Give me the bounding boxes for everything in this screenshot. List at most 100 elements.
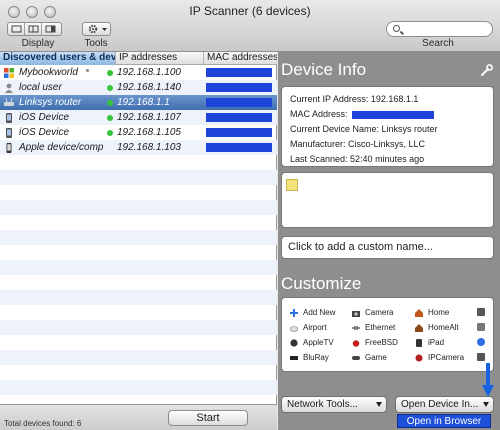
customize-item-add-new[interactable]: Add New	[290, 308, 335, 317]
customize-item-apple-tv[interactable]: AppleTV	[290, 338, 334, 347]
search-icon	[393, 25, 400, 32]
chevron-down-icon	[376, 402, 382, 407]
ios-device-icon	[4, 127, 14, 138]
ip-camera-icon	[415, 354, 423, 362]
empty-row	[0, 320, 277, 335]
customize-icon-grid: Add New Camera Home Airport Ethernet Hom…	[281, 297, 494, 372]
table-row[interactable]: Mybookworld 192.168.1.100	[0, 65, 277, 80]
online-status-icon	[107, 114, 113, 121]
empty-row	[0, 230, 277, 245]
online-status-icon	[107, 99, 113, 106]
airport-icon	[289, 324, 299, 332]
customize-item-camera[interactable]: Camera	[352, 308, 393, 317]
device-icon	[477, 338, 485, 346]
status-placeholder	[107, 145, 113, 151]
customize-item-extra[interactable]	[477, 308, 490, 316]
mac-address-redacted	[206, 113, 272, 122]
customize-item-extra[interactable]	[477, 353, 490, 361]
list-view-icon[interactable]	[8, 23, 25, 35]
empty-row	[0, 155, 277, 170]
chevron-down-icon	[483, 402, 489, 407]
ip-address: 192.168.1.100	[117, 67, 181, 78]
table-row[interactable]: Apple device/compu... 192.168.1.103	[0, 140, 277, 155]
table-row[interactable]: iOS Device 192.168.1.105	[0, 125, 277, 140]
open-device-in-button[interactable]: Open Device In...	[395, 396, 494, 413]
tools-menu-button[interactable]	[82, 22, 111, 36]
customize-item-freebsd[interactable]: FreeBSD	[352, 338, 398, 347]
ip-address: 192.168.1.1	[117, 97, 170, 108]
network-tools-button[interactable]: Network Tools...	[281, 396, 387, 413]
empty-row	[0, 200, 277, 215]
column-view-icon[interactable]	[25, 23, 42, 35]
mac-address-redacted	[206, 128, 272, 137]
window-title: IP Scanner (6 devices)	[189, 4, 311, 18]
title-bar: IP Scanner (6 devices) Display Tools Sea…	[0, 0, 500, 52]
device-table-body: Mybookworld 192.168.1.100 local user 192…	[0, 65, 277, 395]
current-ip-text: Current IP Address: 192.168.1.1	[290, 94, 419, 104]
column-header-ip[interactable]: IP addresses	[116, 52, 204, 65]
search-label: Search	[422, 38, 454, 49]
device-info-title: Device Info	[281, 60, 367, 79]
user-icon	[4, 83, 14, 93]
notes-area[interactable]	[281, 172, 494, 228]
ipad-icon	[415, 338, 423, 347]
total-devices-label: Total devices found: 6	[4, 419, 82, 428]
bluray-icon	[290, 354, 298, 362]
mac-address-label: MAC Address:	[290, 109, 348, 119]
mac-address-redacted	[351, 110, 434, 119]
ip-address: 192.168.1.107	[117, 112, 181, 123]
mac-address-redacted	[206, 68, 272, 77]
empty-row	[0, 215, 277, 230]
empty-row	[0, 245, 277, 260]
empty-row	[0, 365, 277, 380]
customize-item-home[interactable]: Home	[415, 308, 449, 317]
empty-row	[0, 335, 277, 350]
table-row[interactable]: local user 192.168.1.140	[0, 69, 277, 95]
wrench-icon[interactable]	[481, 64, 493, 76]
mac-address-redacted	[206, 143, 272, 152]
arrow-down-icon	[482, 363, 494, 397]
search-input[interactable]	[386, 21, 493, 37]
custom-name-field[interactable]: Click to add a custom name...	[281, 236, 494, 259]
manufacturer-text: Manufacturer: Cisco-Linksys, LLC	[290, 139, 426, 149]
customize-item-ipad[interactable]: iPad	[415, 338, 444, 347]
table-row[interactable]: Linksys router 192.168.1.1	[0, 95, 277, 110]
online-status-icon	[107, 84, 113, 91]
device-list-pane: Discovered users & devices ▾ IP addresse…	[0, 52, 277, 430]
panel-view-icon[interactable]	[42, 23, 59, 35]
online-status-icon	[107, 129, 113, 136]
home-alt-icon	[415, 323, 423, 332]
customize-item-extra[interactable]	[477, 338, 490, 346]
empty-row	[0, 260, 277, 275]
device-name: iOS Device	[19, 112, 70, 123]
ip-address: 192.168.1.140	[117, 82, 181, 93]
ip-scanner-window: IP Scanner (6 devices) Display Tools Sea…	[0, 0, 500, 430]
customize-item-extra[interactable]	[477, 323, 490, 331]
customize-item-home-alt[interactable]: HomeAlt	[415, 323, 459, 332]
ip-address: 192.168.1.105	[117, 127, 181, 138]
ip-address: 192.168.1.103	[117, 142, 181, 153]
tools-label: Tools	[84, 38, 108, 49]
open-in-browser-menu-item[interactable]: Open in Browser	[397, 414, 491, 428]
customize-item-game[interactable]: Game	[352, 353, 387, 362]
empty-row	[0, 170, 277, 185]
gear-icon	[83, 23, 112, 35]
column-header-devices[interactable]: Discovered users & devices ▾	[0, 52, 116, 65]
customize-item-bluray[interactable]: BluRay	[290, 353, 329, 362]
display-label: Display	[21, 38, 55, 49]
device-icon	[477, 308, 485, 316]
customize-item-ip-camera[interactable]: IPCamera	[415, 353, 464, 362]
device-name: Apple device/compu...	[19, 142, 103, 153]
start-scan-button[interactable]: Start	[168, 410, 248, 426]
sticky-note-icon[interactable]	[286, 179, 298, 191]
empty-row	[0, 305, 277, 320]
display-mode-control[interactable]	[7, 22, 62, 36]
customize-item-ethernet[interactable]: Ethernet	[352, 323, 395, 332]
table-row[interactable]: iOS Device 192.168.1.107	[0, 110, 277, 125]
column-header-mac[interactable]: MAC addresses	[204, 52, 277, 65]
customize-item-airport[interactable]: Airport	[289, 323, 327, 332]
gamepad-icon	[352, 354, 360, 362]
empty-row	[0, 380, 277, 395]
mac-address-row: MAC Address:	[290, 109, 434, 119]
phone-icon	[4, 142, 14, 153]
